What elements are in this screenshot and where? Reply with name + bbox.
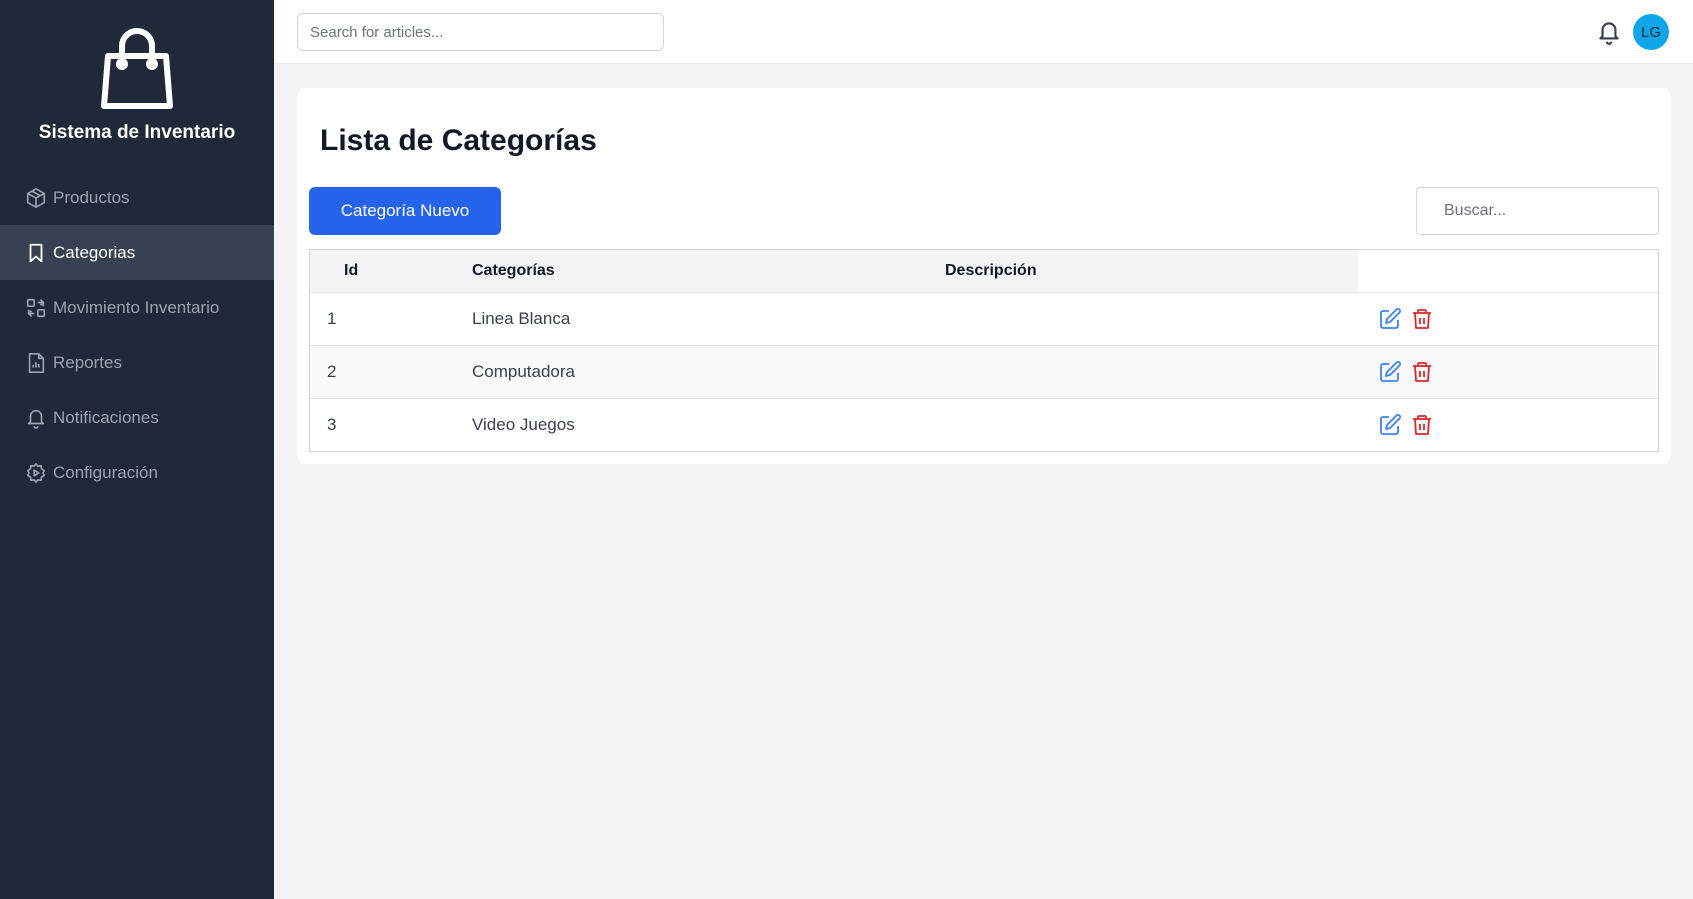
cell-category: Video Juegos bbox=[472, 415, 575, 434]
sidebar-item-configuracion[interactable]: Configuración bbox=[0, 445, 274, 500]
sidebar-item-movimiento-inventario[interactable]: Movimiento Inventario bbox=[0, 280, 274, 335]
trash-icon[interactable] bbox=[1410, 360, 1434, 384]
edit-icon[interactable] bbox=[1378, 413, 1402, 437]
bookmark-icon bbox=[25, 242, 47, 264]
avatar[interactable]: LG bbox=[1633, 14, 1669, 50]
cell-id: 1 bbox=[327, 309, 337, 328]
edit-icon[interactable] bbox=[1378, 360, 1402, 384]
header-description: Descripción bbox=[945, 250, 1358, 292]
sidebar-item-label: Productos bbox=[53, 187, 130, 207]
gear-icon bbox=[25, 462, 47, 484]
sidebar-item-reportes[interactable]: Reportes bbox=[0, 335, 274, 390]
categories-card: Lista de Categorías Categoría Nuevo Id C… bbox=[297, 88, 1671, 464]
app-title: Sistema de Inventario bbox=[38, 122, 236, 143]
sidebar-item-label: Reportes bbox=[53, 352, 122, 372]
sidebar-item-categorias[interactable]: Categorias bbox=[0, 225, 274, 280]
categories-table: Id Categorías Descripción 1 Linea Blanca… bbox=[309, 249, 1659, 452]
table-row: 2 Computadora bbox=[310, 345, 1658, 398]
cell-actions bbox=[1358, 360, 1658, 384]
sidebar: Sistema de Inventario Productos Categori… bbox=[0, 0, 274, 899]
table-header: Id Categorías Descripción bbox=[310, 250, 1658, 292]
brand: Sistema de Inventario bbox=[0, 0, 274, 160]
bell-icon[interactable] bbox=[1596, 18, 1622, 46]
header-id: Id bbox=[310, 250, 472, 292]
sidebar-item-notificaciones[interactable]: Notificaciones bbox=[0, 390, 274, 445]
cube-icon bbox=[25, 187, 47, 209]
arrows-exchange-icon bbox=[25, 297, 47, 319]
trash-icon[interactable] bbox=[1410, 307, 1434, 331]
cell-category: Linea Blanca bbox=[472, 309, 571, 328]
cell-id: 3 bbox=[327, 415, 337, 434]
shopping-bag-icon bbox=[101, 28, 173, 109]
header-id-label: Id bbox=[344, 262, 359, 279]
sidebar-item-label: Configuración bbox=[53, 462, 158, 482]
new-category-button[interactable]: Categoría Nuevo bbox=[309, 187, 501, 235]
sidebar-item-productos[interactable]: Productos bbox=[0, 170, 274, 225]
sidebar-item-label: Movimiento Inventario bbox=[53, 297, 220, 317]
bell-icon bbox=[25, 407, 47, 429]
trash-icon[interactable] bbox=[1410, 413, 1434, 437]
sidebar-item-label: Notificaciones bbox=[53, 407, 159, 427]
top-bar: LG bbox=[274, 0, 1693, 64]
cell-category: Computadora bbox=[472, 362, 576, 381]
cell-id: 2 bbox=[327, 362, 337, 381]
cell-actions bbox=[1358, 307, 1658, 331]
table-search-input[interactable] bbox=[1416, 187, 1659, 235]
header-category: Categorías bbox=[472, 250, 945, 292]
edit-icon[interactable] bbox=[1378, 307, 1402, 331]
cell-actions bbox=[1358, 413, 1658, 437]
sidebar-nav: Productos Categorias Movimiento Inventar… bbox=[0, 170, 274, 500]
sidebar-item-label: Categorias bbox=[53, 242, 136, 262]
report-document-icon bbox=[25, 352, 47, 374]
search-input[interactable] bbox=[297, 13, 664, 51]
header-actions bbox=[1358, 250, 1658, 292]
table-row: 1 Linea Blanca bbox=[310, 292, 1658, 345]
page-title: Lista de Categorías bbox=[320, 124, 597, 157]
table-row: 3 Video Juegos bbox=[310, 398, 1658, 451]
